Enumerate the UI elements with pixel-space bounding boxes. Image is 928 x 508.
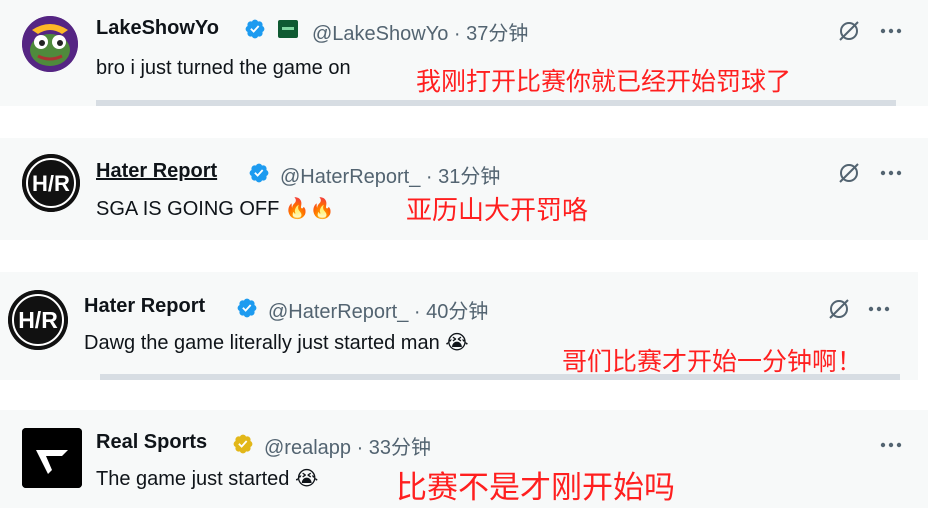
post-card[interactable]: LakeShowYo @LakeShowYo · 37分钟 bro i just… — [0, 0, 928, 106]
avatar[interactable] — [22, 16, 78, 72]
hr-logo-icon: H/R — [8, 290, 68, 350]
grok-icon[interactable] — [836, 18, 862, 44]
more-options-icon[interactable] — [878, 18, 904, 44]
chinese-annotation: 我刚打开比赛你就已经开始罚球了 — [416, 67, 792, 96]
post-card[interactable]: H/R Hater Report @HaterReport_ · 31分钟 SG… — [0, 138, 928, 240]
media-preview-strip[interactable] — [100, 374, 900, 380]
chinese-annotation: 哥们比赛才开始一分钟啊！ — [562, 347, 863, 376]
post-text: Dawg the game literally just started man… — [84, 332, 469, 354]
post-text: bro i just turned the game on — [96, 57, 351, 79]
frog-avatar-icon — [22, 16, 78, 72]
chinese-annotation: 亚历山大开罚咯 — [406, 196, 589, 226]
author-handle[interactable]: @HaterReport_ · 40分钟 — [268, 295, 488, 324]
post-card[interactable]: Real Sports @realapp · 33分钟 The game jus… — [0, 410, 928, 508]
hr-logo-icon: H/R — [22, 154, 80, 212]
chinese-annotation: 比赛不是才刚开始吗 — [396, 470, 675, 506]
verified-badge-icon — [245, 19, 265, 39]
post-card[interactable]: H/R Hater Report @HaterReport_ · 40分钟 Da… — [0, 272, 918, 380]
author-name[interactable]: Real Sports — [96, 431, 207, 454]
avatar[interactable]: H/R — [8, 290, 68, 350]
verified-badge-icon — [249, 163, 269, 183]
media-preview-strip[interactable] — [96, 100, 896, 106]
grok-icon[interactable] — [836, 160, 862, 186]
more-options-icon[interactable] — [878, 432, 904, 458]
affiliate-badge-icon — [278, 20, 298, 38]
real-sports-logo-icon — [22, 428, 82, 488]
grok-icon[interactable] — [826, 296, 852, 322]
more-options-icon[interactable] — [878, 160, 904, 186]
author-handle[interactable]: @realapp · 33分钟 — [264, 431, 431, 460]
svg-text:H/R: H/R — [18, 307, 58, 333]
post-text: SGA IS GOING OFF 🔥🔥 — [96, 198, 335, 220]
svg-text:H/R: H/R — [32, 171, 70, 196]
post-text: The game just started 😭 — [96, 468, 319, 490]
more-options-icon[interactable] — [866, 296, 892, 322]
avatar[interactable]: H/R — [22, 154, 80, 212]
verified-badge-icon — [237, 298, 257, 318]
author-handle[interactable]: @LakeShowYo · 37分钟 — [312, 17, 528, 46]
verified-gold-badge-icon — [233, 434, 253, 454]
author-name[interactable]: Hater Report — [96, 160, 217, 183]
author-handle[interactable]: @HaterReport_ · 31分钟 — [280, 160, 500, 189]
author-name[interactable]: LakeShowYo — [96, 17, 219, 40]
author-name[interactable]: Hater Report — [84, 295, 205, 318]
avatar[interactable] — [22, 428, 82, 488]
